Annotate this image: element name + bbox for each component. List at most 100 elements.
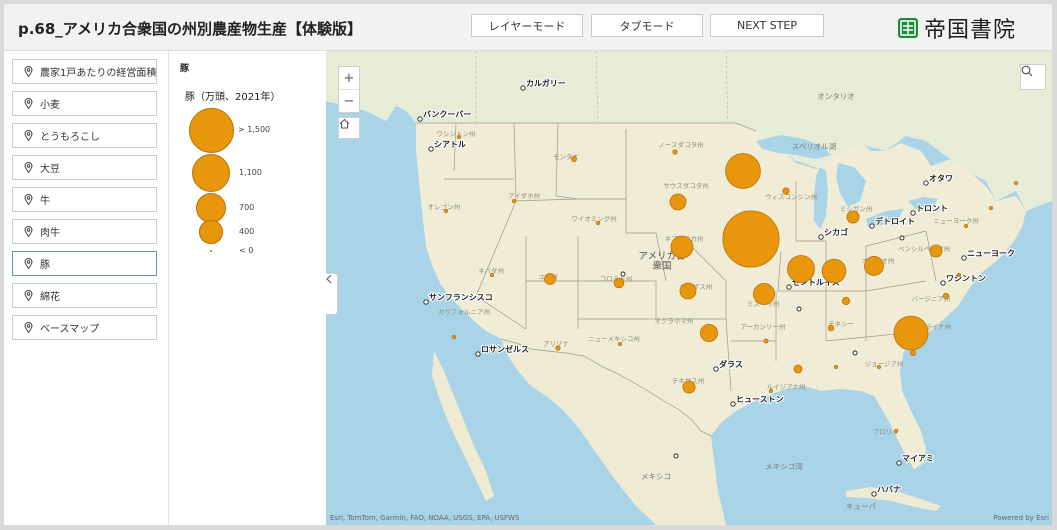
city-marker[interactable] xyxy=(896,460,902,466)
logo-text: 帝国書院 xyxy=(924,18,1017,43)
home-icon xyxy=(339,118,350,129)
city-marker[interactable] xyxy=(786,284,792,290)
hog-symbol[interactable] xyxy=(511,198,516,203)
layer-mode-button[interactable]: レイヤーモード xyxy=(471,14,583,37)
hog-symbol[interactable] xyxy=(595,220,601,226)
legend-symbol-label: < 0 xyxy=(239,246,254,255)
legend-panel: 豚 豚（万頭、2021年） > 1,500 1,100 700 400 < 0 xyxy=(168,51,326,525)
layer-item[interactable]: 肉牛 xyxy=(12,219,157,244)
hog-symbol[interactable] xyxy=(964,223,969,228)
hog-symbol[interactable] xyxy=(555,345,561,351)
city-marker[interactable] xyxy=(620,271,626,277)
hog-symbol[interactable] xyxy=(957,272,962,277)
layer-item[interactable]: 綿花 xyxy=(12,283,157,308)
hog-symbol[interactable] xyxy=(841,296,851,306)
hog-symbol[interactable] xyxy=(613,277,625,289)
hog-symbol[interactable] xyxy=(444,208,449,213)
layer-item[interactable]: 牛 xyxy=(12,187,157,212)
hog-symbol[interactable] xyxy=(669,193,687,211)
layer-item[interactable]: 豚 xyxy=(12,251,157,276)
hog-symbol[interactable] xyxy=(682,380,696,394)
city-marker[interactable] xyxy=(713,366,719,372)
city-marker[interactable] xyxy=(673,453,679,459)
region-label: オンタリオ xyxy=(817,92,855,101)
city-marker[interactable] xyxy=(818,234,824,240)
city-marker[interactable] xyxy=(417,116,423,122)
hog-symbol[interactable] xyxy=(893,315,929,351)
hog-symbol[interactable] xyxy=(877,364,882,369)
hog-symbol[interactable] xyxy=(456,135,461,140)
hog-symbol[interactable] xyxy=(489,272,494,277)
next-step-button[interactable]: NEXT STEP xyxy=(710,14,824,37)
hog-symbol[interactable] xyxy=(929,244,943,258)
hog-symbol[interactable] xyxy=(827,324,835,332)
hog-symbol[interactable] xyxy=(571,156,577,162)
zoom-in-button[interactable]: + xyxy=(339,67,359,90)
city-marker[interactable] xyxy=(428,146,434,152)
collapse-panel-button[interactable] xyxy=(326,273,338,315)
hog-symbol[interactable] xyxy=(942,292,950,300)
legend-symbol-label: > 1,500 xyxy=(238,125,271,134)
hog-symbol[interactable] xyxy=(763,338,769,344)
hog-symbol[interactable] xyxy=(753,283,775,305)
powered-by-link[interactable]: Powered by Esri xyxy=(993,514,1049,522)
hog-symbol[interactable] xyxy=(793,364,803,374)
hog-symbol[interactable] xyxy=(452,334,457,339)
city-label: ハバナ xyxy=(877,485,901,494)
hog-symbol[interactable] xyxy=(821,258,847,284)
hog-symbol[interactable] xyxy=(894,428,899,433)
city-marker[interactable] xyxy=(899,235,905,241)
hog-symbol[interactable] xyxy=(782,187,790,195)
city-marker[interactable] xyxy=(869,223,875,229)
layer-item[interactable]: ベースマップ xyxy=(12,315,157,340)
search-icon xyxy=(1021,65,1033,77)
map-search-button[interactable] xyxy=(1020,64,1046,90)
layer-item-label: 農家1戸あたりの経営面積 xyxy=(40,68,157,79)
hog-symbol[interactable] xyxy=(833,364,838,369)
hog-symbol[interactable] xyxy=(989,205,994,210)
layer-item[interactable]: 大豆 xyxy=(12,155,157,180)
city-label: デトロイト xyxy=(875,216,915,226)
page-title: p.68_アメリカ合衆国の州別農産物生産【体験版】 xyxy=(18,20,363,38)
map-view[interactable]: アメリカ合衆国 メキシコ メキシコ湾 オンタリオ スペリオル湖 キューバ ワシントン州 オレゴ… xyxy=(326,51,1052,525)
hog-symbol[interactable] xyxy=(787,255,815,283)
hog-symbol[interactable] xyxy=(544,273,556,285)
hog-symbol[interactable] xyxy=(725,153,761,189)
city-marker[interactable] xyxy=(852,350,858,356)
layer-item[interactable]: 農家1戸あたりの経営面積 xyxy=(12,59,157,84)
hog-symbol[interactable] xyxy=(617,341,622,346)
city-marker[interactable] xyxy=(910,210,916,216)
hog-symbol[interactable] xyxy=(699,323,719,343)
home-button[interactable] xyxy=(338,117,360,139)
hog-symbol[interactable] xyxy=(672,149,678,155)
city-marker[interactable] xyxy=(961,255,967,261)
city-marker[interactable] xyxy=(940,280,946,286)
city-marker[interactable] xyxy=(796,306,802,312)
legend-symbol-label: 1,100 xyxy=(239,168,262,177)
city-marker[interactable] xyxy=(730,401,736,407)
city-marker[interactable] xyxy=(423,299,429,305)
layer-item[interactable]: とうもろこし xyxy=(12,123,157,148)
hog-symbol[interactable] xyxy=(910,350,916,356)
city-marker[interactable] xyxy=(871,491,877,497)
hog-symbol[interactable] xyxy=(864,256,884,276)
layer-list: 農家1戸あたりの経営面積小麦とうもろこし大豆牛肉牛豚綿花ベースマップ xyxy=(4,51,167,525)
layer-item-label: 大豆 xyxy=(40,164,60,175)
basemap[interactable]: アメリカ合衆国メキシコメキシコ湾オンタリオスペリオル湖キューバワシントン州オレゴ… xyxy=(326,51,1052,525)
state-label: ウィスコンシン州 xyxy=(765,193,817,201)
hog-symbol[interactable] xyxy=(768,388,773,393)
tab-mode-button[interactable]: タブモード xyxy=(591,14,703,37)
city-marker[interactable] xyxy=(520,85,526,91)
hog-symbol[interactable] xyxy=(670,235,694,259)
legend-symbol xyxy=(195,192,227,224)
zoom-out-button[interactable]: − xyxy=(339,90,359,112)
layer-item-label: 牛 xyxy=(40,196,50,207)
hog-symbol[interactable] xyxy=(722,210,780,268)
city-marker[interactable] xyxy=(923,180,929,186)
layer-item[interactable]: 小麦 xyxy=(12,91,157,116)
hog-symbol[interactable] xyxy=(846,210,860,224)
city-marker[interactable] xyxy=(475,351,481,357)
hog-symbol[interactable] xyxy=(1014,180,1019,185)
hog-symbol[interactable] xyxy=(679,282,697,300)
region-label: メキシコ湾 xyxy=(765,461,803,471)
